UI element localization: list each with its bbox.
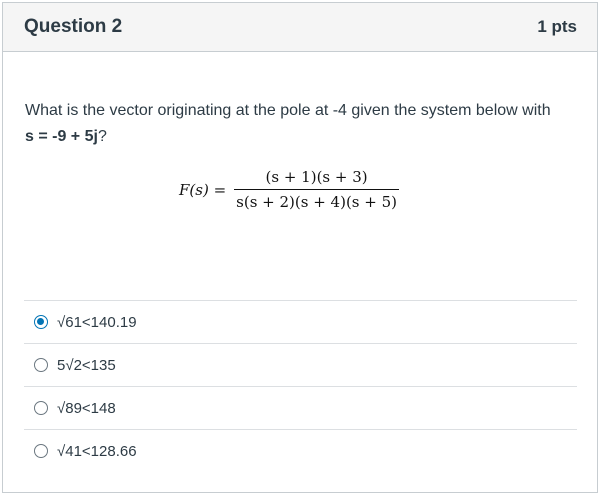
question-text-part2: ? [97,128,107,145]
answer-label: 5√2<135 [57,356,116,374]
question-header: Question 2 1 pts [3,3,597,52]
radio-button[interactable] [34,315,48,329]
answer-label: √61<140.19 [57,313,137,331]
answer-label: √89<148 [57,399,116,417]
formula-numerator: (s + 1)(s + 3) [265,168,368,186]
answer-option[interactable]: √41<128.66 [24,429,577,472]
question-text-bold: s = -9 + 5j [25,128,98,145]
answer-list: √61<140.19 5√2<135 √89<148 √41<128.66 [24,300,577,472]
question-text: What is the vector originating at the po… [25,98,555,150]
radio-button[interactable] [34,358,48,372]
radio-button[interactable] [34,444,48,458]
answer-option[interactable]: √61<140.19 [24,300,577,343]
question-text-part1: What is the vector originating at the po… [25,102,551,119]
formula-fraction: (s + 1)(s + 3) s(s + 2)(s + 4)(s + 5) [234,168,400,211]
answer-option[interactable]: √89<148 [24,386,577,429]
question-title: Question 2 [24,16,123,37]
radio-button[interactable] [34,401,48,415]
transfer-function-formula: F(s) = (s + 1)(s + 3) s(s + 2)(s + 4)(s … [179,168,575,211]
question-card: Question 2 1 pts What is the vector orig… [2,2,598,493]
answer-label: √41<128.66 [57,442,137,460]
formula-lhs: F(s) = [179,180,227,199]
answer-option[interactable]: 5√2<135 [24,343,577,386]
question-points: 1 pts [537,17,577,36]
formula-denominator: s(s + 2)(s + 4)(s + 5) [234,189,400,211]
question-body: What is the vector originating at the po… [3,52,597,211]
